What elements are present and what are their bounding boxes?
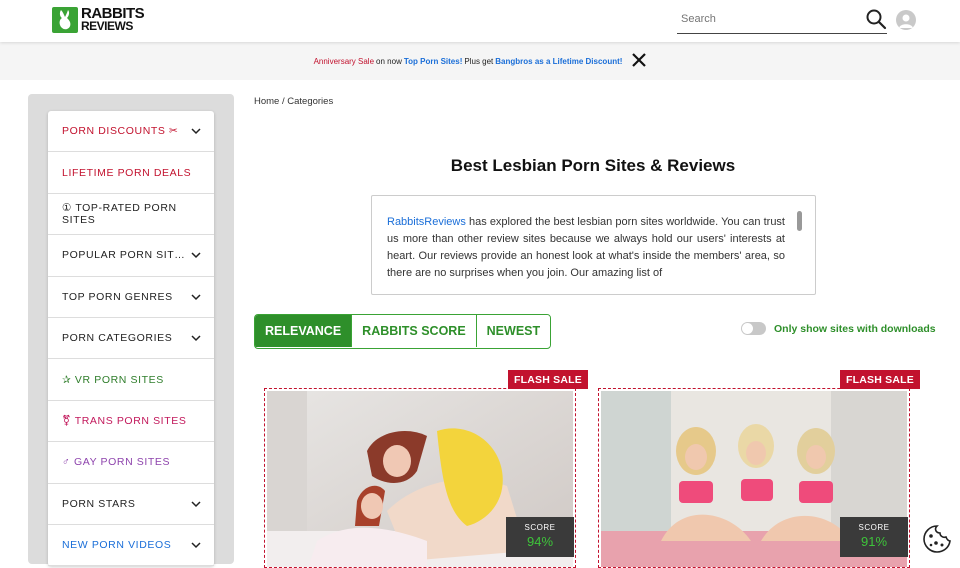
sidebar-item-label: NEW PORN VIDEOS xyxy=(62,539,172,552)
breadcrumb[interactable]: Home / Categories xyxy=(254,96,333,107)
promo-text: on now xyxy=(376,56,402,66)
search-input[interactable] xyxy=(677,8,857,30)
intro-text-block: RabbitsReviews has explored the best les… xyxy=(387,214,785,284)
logo-wordmark: RABBITS REVIEWS xyxy=(81,6,145,32)
score-label: SCORE xyxy=(858,523,890,532)
rabbit-logo-icon xyxy=(52,7,78,33)
site-logo[interactable]: RABBITS REVIEWS xyxy=(52,6,145,34)
sidebar-item-label: ① TOP-RATED PORN SITES xyxy=(62,201,177,226)
sidebar-item[interactable]: POPULAR PORN SIT… xyxy=(48,235,214,277)
score-value: 94% xyxy=(526,534,554,549)
sidebar-item-label: PORN DISCOUNTS ✂ xyxy=(62,125,179,138)
chevron-down-icon[interactable] xyxy=(191,499,201,509)
flash-sale-badge: FLASH SALE xyxy=(840,370,920,389)
score-label: SCORE xyxy=(524,523,556,532)
sidebar-item[interactable]: NEW PORN VIDEOS xyxy=(48,525,214,567)
promo-sale-link[interactable]: Anniversary Sale xyxy=(314,57,374,66)
sidebar-item[interactable]: ♂ GAY PORN SITES xyxy=(48,442,214,484)
intro-box: RabbitsReviews has explored the best les… xyxy=(371,195,816,295)
intro-scrollbar[interactable] xyxy=(797,211,802,231)
promo-top-sites-link[interactable]: Top Porn Sites! xyxy=(404,57,463,66)
sidebar-item[interactable]: ✰ VR PORN SITES xyxy=(48,359,214,401)
chevron-down-icon[interactable] xyxy=(191,540,201,550)
intro-rabbitsreviews-link[interactable]: RabbitsReviews xyxy=(387,216,466,228)
downloads-toggle-label: Only show sites with downloads xyxy=(774,322,936,335)
sidebar-item-label: ✰ VR PORN SITES xyxy=(62,373,164,386)
sidebar-item[interactable]: PORN CATEGORIES xyxy=(48,318,214,360)
sidebar-item-label: ⚧ TRANS PORN SITES xyxy=(62,414,187,427)
sort-newest-button[interactable]: NEWEST xyxy=(475,315,551,347)
promo-banner: Anniversary Sale on now Top Porn Sites! … xyxy=(0,42,960,80)
score-value: 91% xyxy=(860,534,888,549)
score-badge: SCORE 94% xyxy=(506,517,574,557)
sidebar-item-label: LIFETIME PORN DEALS xyxy=(62,166,192,179)
sidebar-item[interactable]: PORN STARS xyxy=(48,484,214,525)
sidebar-item[interactable]: ① TOP-RATED PORN SITES xyxy=(48,194,214,236)
flash-sale-badge: FLASH SALE xyxy=(508,370,588,389)
sidebar-item[interactable]: TOP PORN GENRES xyxy=(48,277,214,318)
chevron-down-icon[interactable] xyxy=(191,250,201,260)
score-badge: SCORE 91% xyxy=(840,517,908,557)
user-avatar-icon[interactable] xyxy=(896,10,916,30)
sidebar-item[interactable]: PORN DISCOUNTS ✂ xyxy=(48,111,214,153)
sidebar-item-label: PORN STARS xyxy=(62,497,136,510)
sidebar-item-label: PORN CATEGORIES xyxy=(62,332,173,345)
sort-relevance-button[interactable]: RELEVANCE xyxy=(255,315,352,347)
sort-button-group: RELEVANCE RABBITS SCORE NEWEST xyxy=(254,314,552,349)
sidebar-item-label: POPULAR PORN SIT… xyxy=(62,249,186,262)
search-icon[interactable] xyxy=(865,8,887,35)
sidebar-item-label: ♂ GAY PORN SITES xyxy=(62,456,171,469)
chevron-down-icon[interactable] xyxy=(191,333,201,343)
sidebar-item[interactable]: LIFETIME PORN DEALS xyxy=(48,152,214,194)
chevron-down-icon[interactable] xyxy=(191,126,201,136)
search-bar xyxy=(677,8,887,34)
sidebar-item[interactable]: ⚧ TRANS PORN SITES xyxy=(48,401,214,443)
sidebar-item-label: TOP PORN GENRES xyxy=(62,290,173,303)
sidebar-menu: PORN DISCOUNTS ✂ LIFETIME PORN DEALS ① TOP… xyxy=(48,111,214,567)
cookie-settings-icon[interactable] xyxy=(922,524,952,554)
downloads-toggle[interactable] xyxy=(741,322,766,335)
page-title: Best Lesbian Porn Sites & Reviews xyxy=(450,156,736,175)
site-header: RABBITS REVIEWS xyxy=(0,0,960,42)
chevron-down-icon[interactable] xyxy=(191,292,201,302)
promo-bangbros-link[interactable]: Bangbros as a Lifetime Discount! xyxy=(495,57,622,66)
close-icon[interactable] xyxy=(632,53,647,69)
downloads-filter: Only show sites with downloads xyxy=(741,322,936,335)
promo-text-2: Plus get xyxy=(464,56,494,66)
sort-rabbits-score-button[interactable]: RABBITS SCORE xyxy=(351,315,476,347)
